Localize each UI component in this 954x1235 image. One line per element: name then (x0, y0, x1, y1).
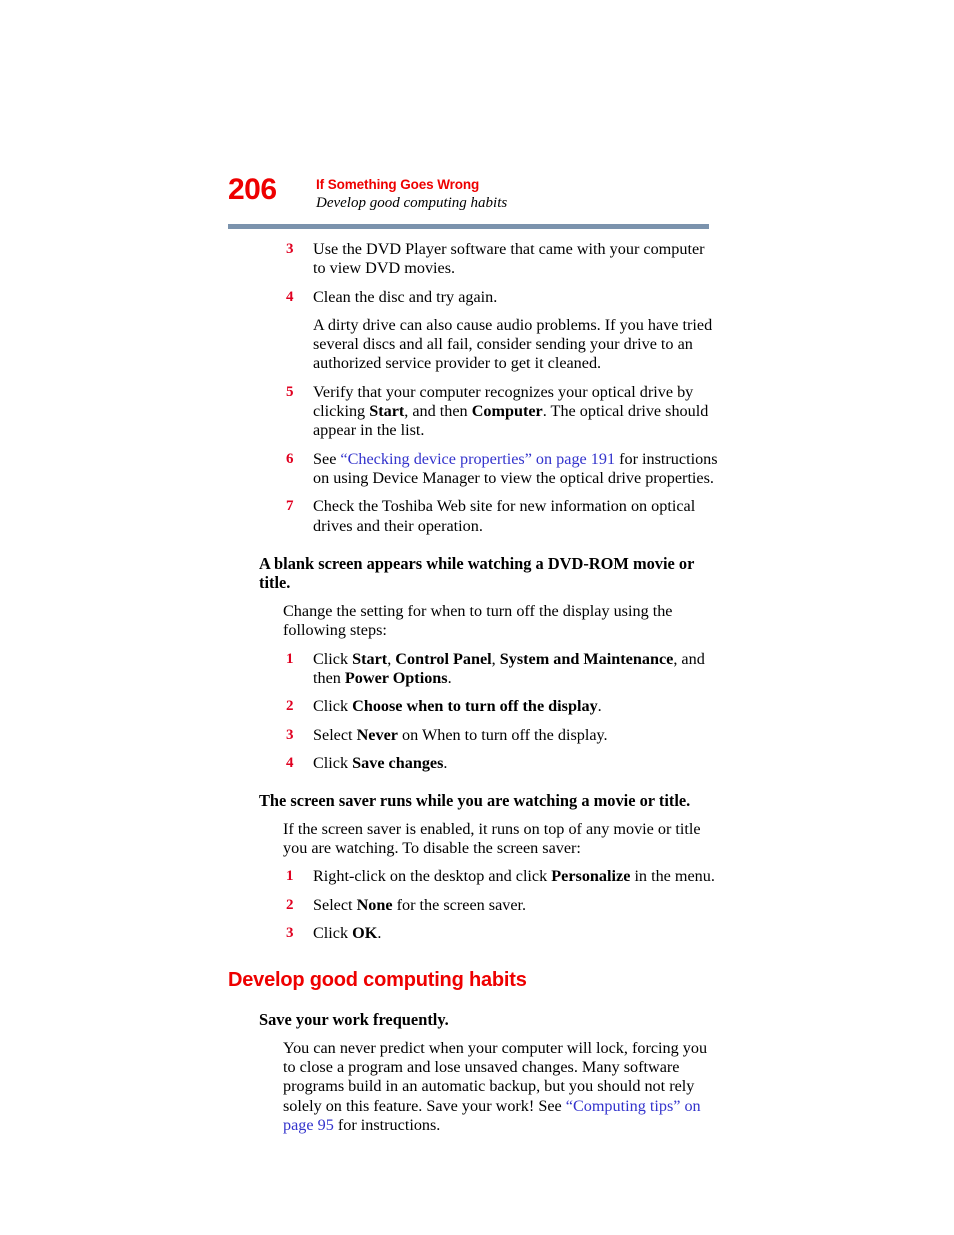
step-number: 1 (286, 650, 294, 667)
page-content: 3 Use the DVD Player software that came … (228, 240, 718, 1135)
step-text: Select None for the screen saver. (313, 896, 718, 915)
chapter-title: If Something Goes Wrong (316, 177, 480, 192)
step-text-part: Click (313, 697, 353, 716)
page-header: 206 If Something Goes Wrong Develop good… (228, 173, 710, 213)
step-number: 3 (286, 726, 294, 743)
step-text-part: , (491, 649, 500, 668)
step-number: 3 (286, 241, 294, 257)
subheading-screen-saver: The screen saver runs while you are watc… (259, 791, 691, 811)
step-number: 4 (286, 288, 294, 305)
list-item: 1 Right-click on the desktop and click P… (228, 867, 718, 886)
list-item: 7 Check the Toshiba Web site for new inf… (228, 497, 718, 536)
list-item: 2 Select None for the screen saver. (228, 896, 718, 915)
list-item: 4 Clean the disc and try again. (228, 288, 718, 307)
save-work-paragraph: You can never predict when your computer… (283, 1039, 718, 1135)
step-text-part: Click (313, 923, 353, 942)
step-text-part: . (443, 753, 448, 772)
ui-term-choose-when-to-turn-off-the-display: Choose when to turn off the display (352, 697, 598, 716)
list-item: 4 Click Save changes. (228, 754, 718, 773)
ui-term-computer: Computer (471, 402, 543, 421)
list-item: 2 Click Choose when to turn off the disp… (228, 697, 718, 716)
step-text-part: for the screen saver. (392, 895, 527, 914)
step-text: Click Choose when to turn off the displa… (313, 697, 718, 716)
step-number: 7 (286, 498, 294, 515)
step-text: Click Start, Control Panel, System and M… (313, 650, 718, 689)
step-number: 6 (286, 450, 294, 467)
step-number: 2 (286, 698, 294, 715)
step-number: 1 (286, 868, 294, 885)
step-text: See “Checking device properties” on page… (313, 450, 718, 489)
step-text-part: Select (313, 895, 357, 914)
step-text: Click OK. (313, 924, 718, 943)
document-page: 206 If Something Goes Wrong Develop good… (0, 0, 954, 1235)
step-text: Verify that your computer recognizes you… (313, 383, 718, 441)
step-text-part: on When to turn off the display. (397, 725, 608, 744)
step-text-part: Select (313, 725, 357, 744)
cross-reference-link-device-properties[interactable]: “Checking device properties” on page 191 (340, 450, 615, 468)
section-heading-develop-good-computing-habits: Develop good computing habits (228, 969, 527, 992)
subheading-blank-screen: A blank screen appears while watching a … (259, 553, 695, 593)
page-number: 206 (228, 173, 277, 206)
step-text-part: , and then (404, 402, 472, 421)
step-text: Right-click on the desktop and click Per… (313, 867, 718, 886)
step-text: Select Never on When to turn off the dis… (313, 726, 718, 745)
header-titles: If Something Goes Wrong Develop good com… (316, 173, 507, 213)
step-text-part: Click (313, 753, 353, 772)
step-text: Clean the disc and try again. (313, 287, 498, 306)
step-text-part: . (447, 668, 452, 687)
step-text-part: . (377, 923, 382, 942)
step-number: 4 (286, 754, 294, 771)
step-number: 2 (286, 896, 294, 913)
page-header-row: 206 If Something Goes Wrong Develop good… (228, 173, 710, 213)
section-subtitle: Develop good computing habits (316, 195, 508, 211)
ui-term-system-and-maintenance: System and Maintenance (499, 649, 674, 668)
ui-term-never: Never (356, 725, 398, 744)
step-text-part: . (597, 697, 602, 716)
step-text: Check the Toshiba Web site for new infor… (313, 497, 696, 535)
list-item: 3 Click OK. (228, 924, 718, 943)
ui-term-none: None (356, 895, 393, 914)
ui-term-ok: OK (352, 923, 378, 942)
header-rule (228, 224, 709, 229)
ui-term-start: Start (369, 402, 405, 421)
dirty-drive-paragraph: A dirty drive can also cause audio probl… (313, 315, 713, 373)
step-number: 3 (286, 924, 294, 941)
step-text: Use the DVD Player software that came wi… (313, 240, 705, 278)
list-item: 6 See “Checking device properties” on pa… (228, 450, 718, 489)
ui-term-control-panel: Control Panel (395, 649, 492, 668)
paragraph-part: for instructions. (333, 1115, 441, 1134)
list-item: 3 Select Never on When to turn off the d… (228, 726, 718, 745)
step-text-part: in the menu. (630, 867, 715, 886)
step-text-part: See (313, 449, 341, 468)
ui-term-power-options: Power Options (344, 668, 448, 687)
list-item: 3 Use the DVD Player software that came … (228, 240, 718, 279)
step-number: 5 (286, 383, 294, 400)
ui-term-save-changes: Save changes (352, 753, 444, 772)
step-text: Click Save changes. (313, 754, 718, 773)
step-text-part: Click (313, 649, 353, 668)
list-item: 5 Verify that your computer recognizes y… (228, 383, 718, 441)
ui-term-personalize: Personalize (551, 867, 631, 886)
ui-term-start: Start (352, 649, 388, 668)
change-setting-paragraph: Change the setting for when to turn off … (283, 602, 673, 640)
list-item: 1 Click Start, Control Panel, System and… (228, 650, 718, 689)
subheading-save-your-work: Save your work frequently. (259, 1010, 449, 1030)
step-text-part: Right-click on the desktop and click (313, 867, 552, 886)
screen-saver-paragraph: If the screen saver is enabled, it runs … (283, 819, 701, 858)
